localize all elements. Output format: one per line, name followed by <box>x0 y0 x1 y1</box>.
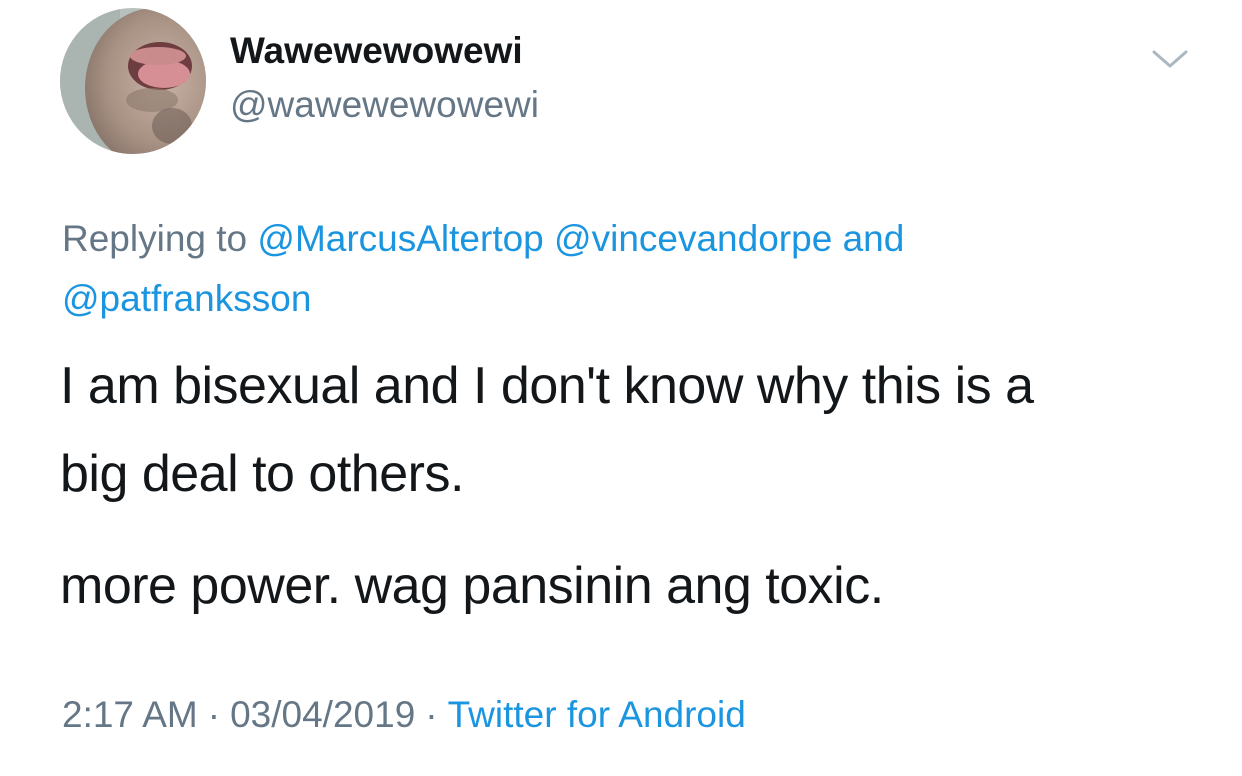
replying-to-label: Replying to <box>62 218 248 259</box>
chevron-down-icon[interactable] <box>1150 44 1190 74</box>
reply-and-link[interactable]: and <box>843 218 905 259</box>
avatar-photo <box>60 8 206 154</box>
user-handle[interactable]: @wawewewowewi <box>230 84 539 126</box>
replying-to-line-2: @patfranksson <box>62 278 1182 320</box>
avatar[interactable] <box>60 8 206 154</box>
mention-link-marcusaltertop[interactable]: @MarcusAltertop <box>257 218 543 259</box>
tweet-text-line-1: I am bisexual and I don't know why this … <box>60 357 1034 415</box>
tweet-text-line-2: big deal to others. <box>60 445 464 503</box>
tweet-source-link[interactable]: Twitter for Android <box>448 694 746 735</box>
replying-to-line: Replying to @MarcusAltertop @vincevandor… <box>62 218 1182 260</box>
tweet-text-line-3: more power. wag pansinin ang toxic. <box>60 557 884 615</box>
tweet-time[interactable]: 2:17 AM <box>62 694 198 735</box>
meta-separator: · <box>425 694 438 735</box>
mention-link-vincevandorpe[interactable]: @vincevandorpe <box>554 218 832 259</box>
display-name[interactable]: Wawewewowewi <box>230 30 523 72</box>
tweet-meta: 2:17 AM · 03/04/2019 · Twitter for Android <box>62 694 746 736</box>
tweet-card: Wawewewowewi @wawewewowewi Replying to @… <box>0 0 1242 776</box>
meta-separator: · <box>207 694 221 735</box>
tweet-date[interactable]: 03/04/2019 <box>230 694 415 735</box>
mention-link-patfranksson[interactable]: @patfranksson <box>62 278 311 319</box>
